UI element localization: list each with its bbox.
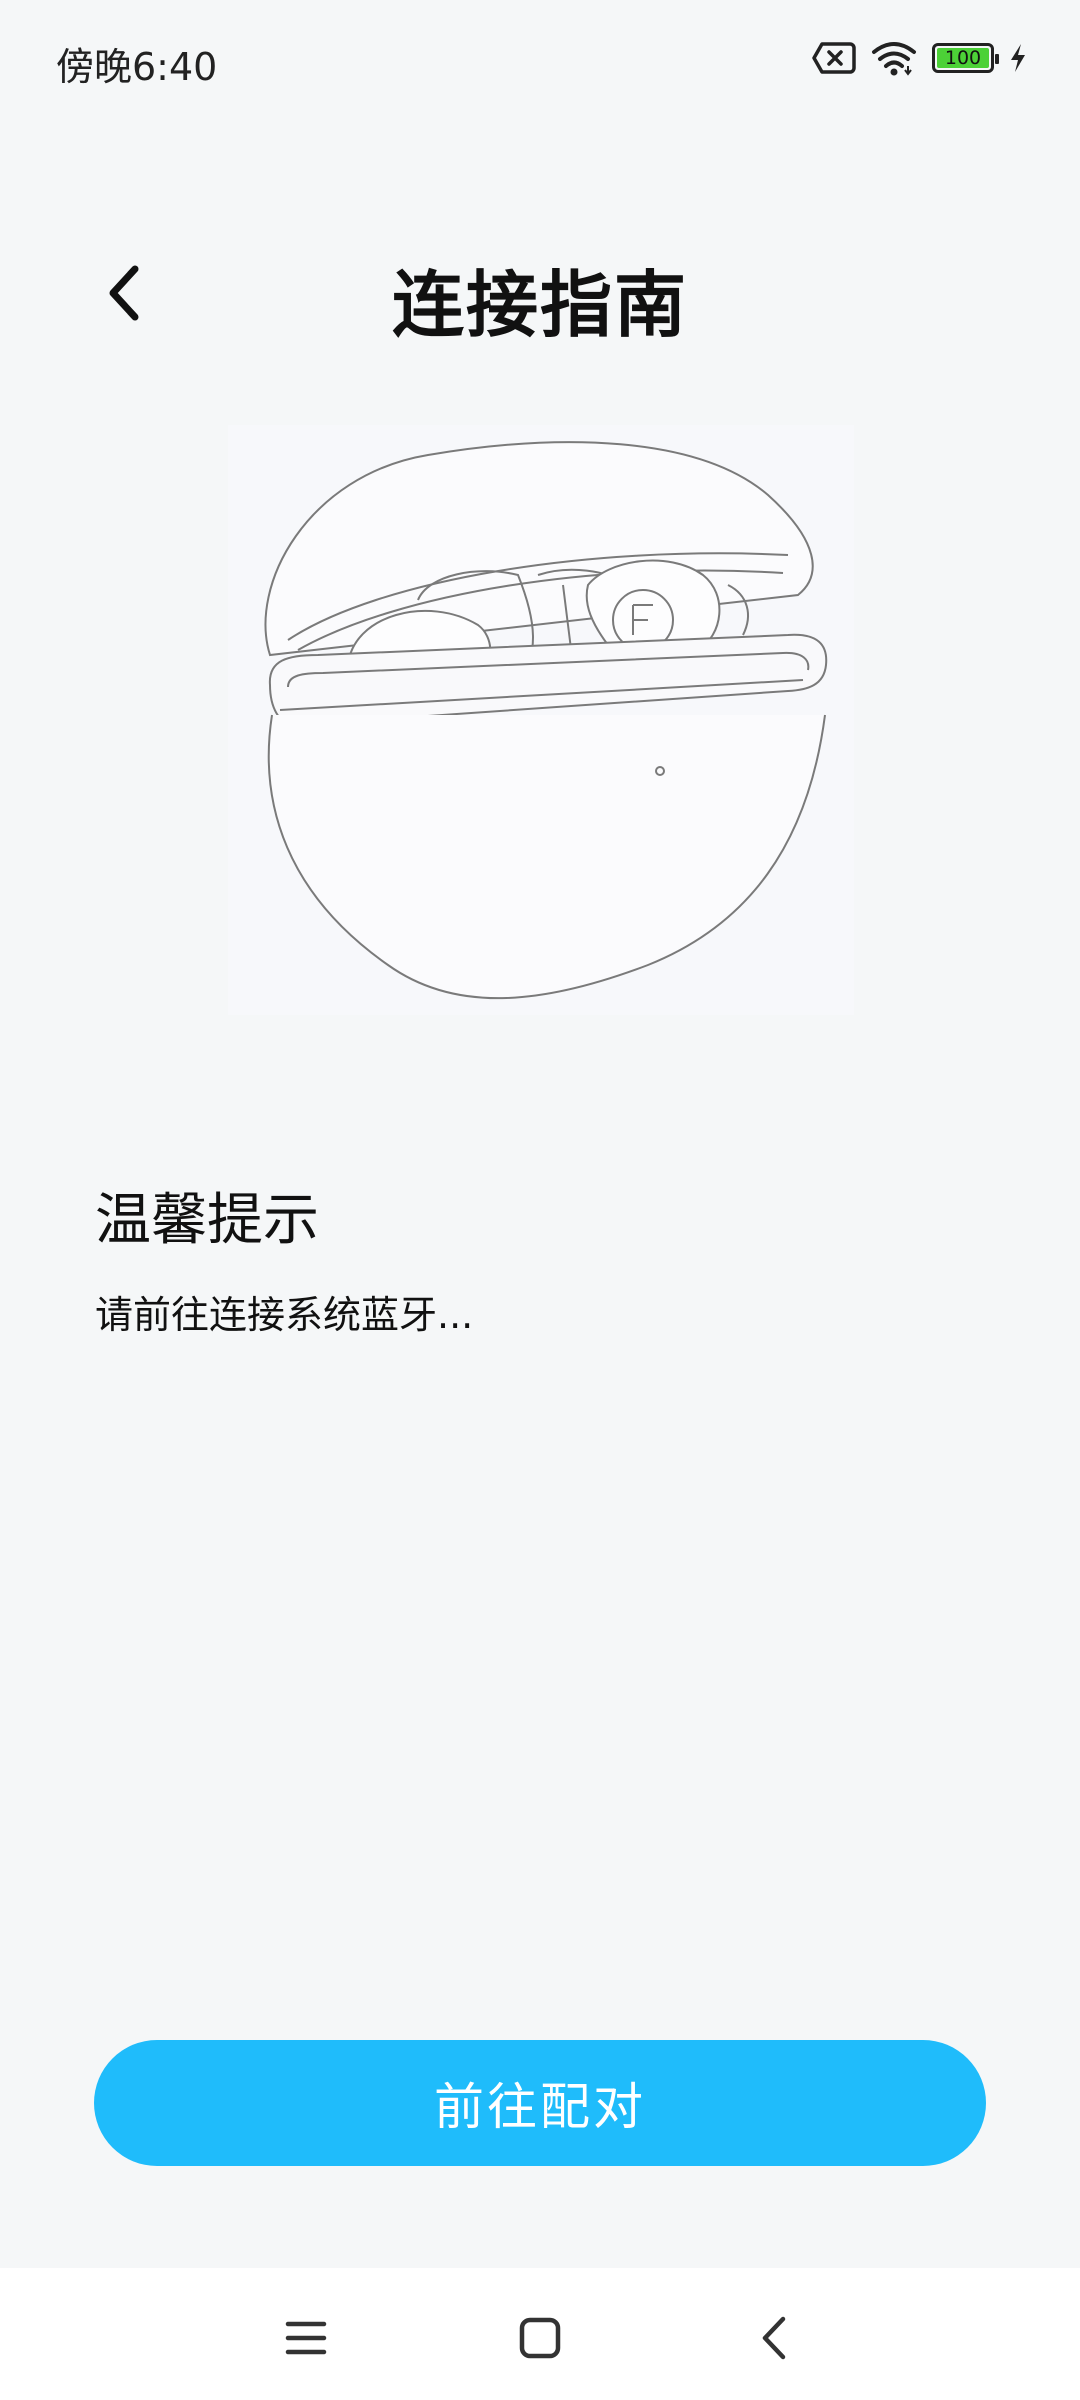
- navigation-bar: [0, 2268, 1080, 2400]
- menu-button[interactable]: [276, 2308, 336, 2368]
- tips-section: 温馨提示 请前往连接系统蓝牙...: [95, 1175, 473, 1339]
- tips-message: 请前往连接系统蓝牙...: [95, 1293, 474, 1337]
- earbuds-case-illustration: [228, 425, 854, 1015]
- back-icon: [762, 2316, 786, 2360]
- battery-icon: 100: [932, 43, 999, 73]
- header: 连接指南: [0, 230, 1080, 360]
- status-time: 傍晚6:40: [56, 45, 218, 89]
- home-icon: [519, 2317, 561, 2359]
- tips-title: 温馨提示: [95, 1188, 319, 1253]
- status-bar: 傍晚6:40 100: [0, 0, 1080, 125]
- status-icons: 100: [812, 40, 1028, 76]
- menu-icon: [285, 2321, 327, 2355]
- nav-back-button[interactable]: [744, 2308, 804, 2368]
- wifi-icon: [870, 40, 918, 76]
- go-pair-button[interactable]: 前往配对: [94, 2040, 986, 2166]
- sim-error-icon: [812, 41, 856, 75]
- home-button[interactable]: [510, 2308, 570, 2368]
- page-title: 连接指南: [391, 263, 688, 347]
- battery-level: 100: [944, 47, 982, 69]
- charging-bolt-icon: [1008, 43, 1028, 73]
